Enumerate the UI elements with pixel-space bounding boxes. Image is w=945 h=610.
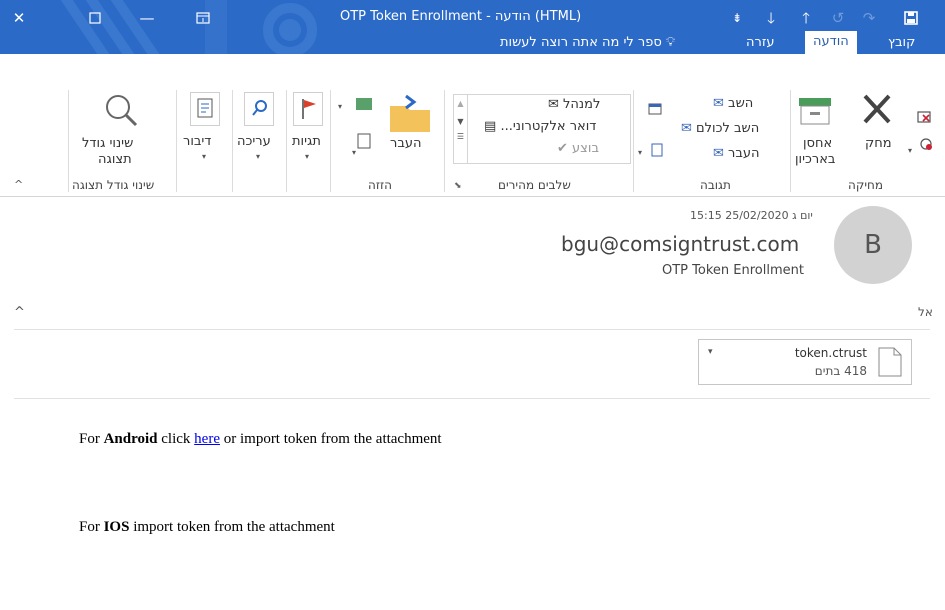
ribbon-display-icon[interactable] (192, 8, 214, 28)
ignore-icon[interactable] (912, 108, 936, 168)
quickstep-to-manager[interactable]: למנהל ✉︎ (548, 97, 600, 112)
attachment-size: 418 בתים (814, 364, 867, 378)
android-here-link[interactable]: here (194, 431, 220, 447)
archive-button-line2[interactable]: בארכיון (795, 152, 835, 167)
junk-dropdown-icon[interactable]: ▾ (908, 146, 912, 155)
scroll-up-icon[interactable]: ▲ (454, 99, 467, 108)
attachment-dropdown-icon[interactable]: ▾ (708, 347, 713, 357)
avatar[interactable]: B (834, 206, 912, 284)
meeting-icon[interactable] (647, 102, 665, 162)
collapse-header-icon[interactable]: ^ (14, 305, 25, 320)
collapse-ribbon-icon[interactable]: ^ (14, 178, 23, 191)
rules-icon[interactable] (348, 94, 378, 154)
reply-button[interactable]: השב ✉︎ (713, 96, 753, 111)
tags-icon[interactable] (293, 92, 323, 126)
to-label: אל (918, 305, 933, 319)
gallery-expand-icon[interactable]: ☰ (454, 132, 467, 141)
group-label-zoom: שינוי גודל תצוגה (72, 178, 155, 192)
zoom-button-line2[interactable]: תצוגה (98, 152, 132, 167)
tab-file[interactable]: קובץ (880, 32, 923, 54)
delete-button[interactable]: מחק (865, 136, 892, 151)
more-respond-dropdown-icon[interactable]: ▾ (638, 148, 642, 157)
editing-search-icon[interactable] (244, 92, 274, 126)
quick-steps-gallery: ▲ ▼ ☰ למנהל ✉︎ דואר אלקטרוני... ▤ בוצע ✔ (453, 94, 631, 164)
group-label-respond: תגובה (700, 178, 731, 192)
rules-dropdown-icon[interactable]: ▾ (338, 102, 342, 111)
editing-dropdown-icon[interactable]: ▾ (256, 152, 260, 161)
gallery-scroll[interactable]: ▲ ▼ ☰ (454, 95, 468, 163)
title-bar: ✕ — OTP Token Enrollment - הודעה (HTML) … (0, 0, 945, 54)
tell-me-text: ספר לי מה אתה רוצה לעשות (500, 35, 662, 50)
tab-message[interactable]: הודעה (805, 31, 857, 54)
reply-all-button[interactable]: השב לכולם ✉︎ (681, 121, 759, 136)
window-title: OTP Token Enrollment - הודעה (HTML) (340, 9, 582, 24)
forward-mail-icon: ✉︎ (548, 97, 559, 112)
customize-toolbar-icon[interactable]: ⇟ (726, 8, 748, 28)
attachment-name: token.ctrust (794, 346, 867, 360)
minimize-icon[interactable]: — (136, 8, 158, 28)
speech-icon[interactable] (190, 92, 220, 126)
delete-icon[interactable] (857, 92, 897, 128)
tab-help[interactable]: עזרה (738, 32, 782, 54)
ribbon: ▾ מחק אחסן בארכיון מחיקה השב ✉︎ השב לכול… (0, 54, 945, 197)
editing-button[interactable]: עריכה (237, 134, 271, 149)
archive-button-line1[interactable]: אחסן (803, 136, 832, 151)
speech-button[interactable]: דיבור (183, 134, 211, 149)
check-icon: ✔ (557, 141, 568, 156)
archive-icon[interactable] (797, 94, 833, 128)
forward-icon: ✉︎ (713, 146, 724, 161)
group-label-delete: מחיקה (848, 178, 884, 192)
group-label-quick-steps: שלבים מהירים (498, 178, 571, 192)
scroll-down-icon[interactable]: ▼ (454, 117, 467, 126)
body-line-ios: For IOS import token from the attachment (79, 519, 335, 535)
message-subject: OTP Token Enrollment (662, 263, 804, 278)
attachment-item[interactable]: ▾ token.ctrust 418 בתים (698, 339, 912, 385)
reply-all-icon: ✉︎ (681, 121, 692, 136)
message-sender[interactable]: bgu@comsigntrust.com (561, 232, 799, 256)
message-date: יום ג 25/02/2020 15:15 (690, 209, 813, 222)
onenote-dropdown-icon[interactable]: ▾ (352, 148, 356, 157)
quickstep-done[interactable]: בוצע ✔ (557, 141, 599, 156)
group-label-move: הזזה (368, 178, 392, 192)
maximize-icon[interactable] (84, 8, 106, 28)
email-icon: ▤ (484, 119, 497, 134)
forward-button[interactable]: העבר ✉︎ (713, 146, 760, 161)
previous-item-icon[interactable]: 🡑 (795, 8, 817, 28)
tags-dropdown-icon[interactable]: ▾ (305, 152, 309, 161)
lightbulb-icon: 💡︎ (665, 35, 676, 50)
zoom-icon[interactable] (103, 92, 139, 128)
tags-button[interactable]: תגיות (292, 134, 321, 149)
quickstep-email[interactable]: דואר אלקטרוני... ▤ (484, 119, 596, 134)
zoom-button-line1[interactable]: שינוי גודל (82, 136, 133, 151)
tell-me-box[interactable]: 💡︎ ספר לי מה אתה רוצה לעשות (500, 32, 675, 54)
reply-icon: ✉︎ (713, 96, 724, 111)
move-folder-icon[interactable] (376, 92, 432, 136)
body-line-android: For Android click here or import token f… (79, 431, 442, 447)
close-icon[interactable]: ✕ (8, 8, 30, 28)
redo-icon[interactable]: ↷ (858, 8, 880, 28)
document-icon (878, 347, 902, 377)
next-item-icon[interactable]: 🡓 (760, 8, 782, 28)
move-button[interactable]: העבר (390, 136, 421, 151)
speech-dropdown-icon[interactable]: ▾ (202, 152, 206, 161)
dialog-launcher-icon[interactable]: ⬊ (454, 181, 462, 191)
save-icon[interactable] (900, 8, 922, 28)
undo-icon[interactable]: ↺ (827, 8, 849, 28)
